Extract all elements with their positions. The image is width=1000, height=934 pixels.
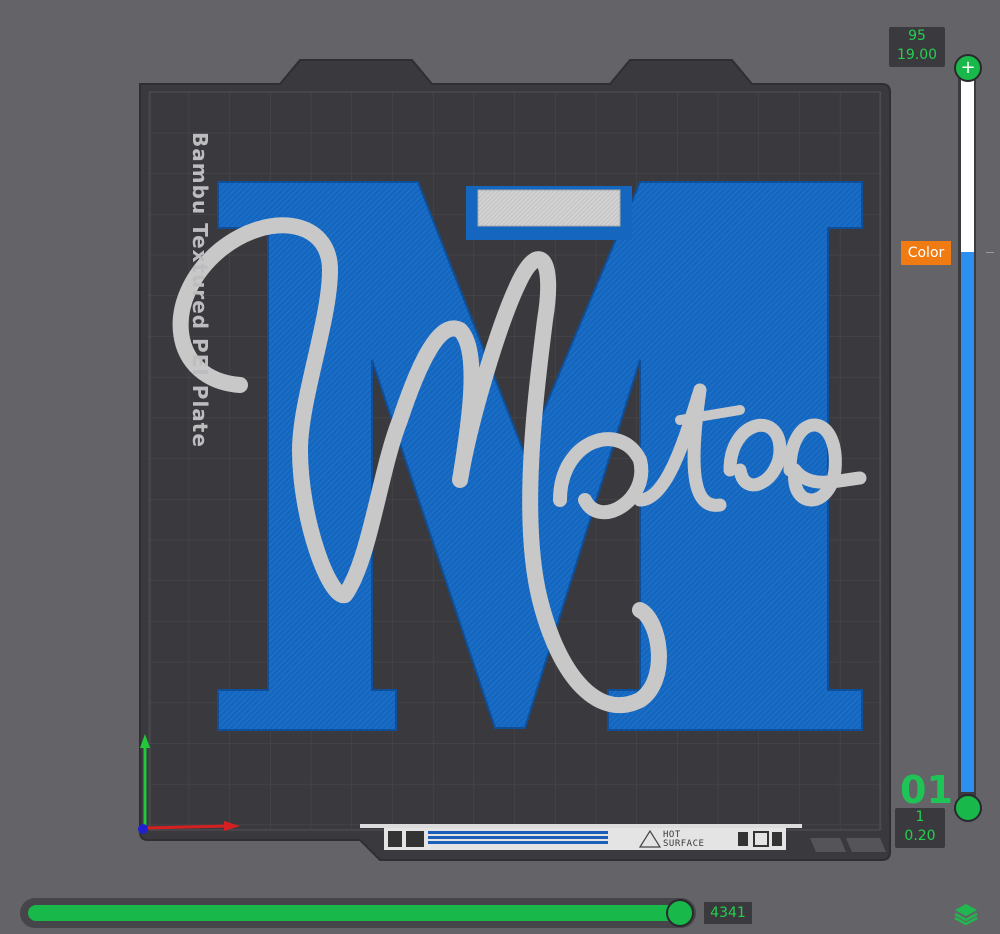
bottom-layer-badge: 01 (900, 768, 953, 812)
viewport-canvas[interactable] (0, 0, 1000, 934)
layers-icon[interactable] (952, 900, 980, 928)
layer-slider-lower-segment (961, 252, 974, 792)
plate-type-label: Bambu Textured PEI Plate (188, 132, 212, 448)
plus-icon[interactable]: + (956, 56, 980, 80)
layer-slider-tick (986, 252, 994, 253)
layer-slider-top-handle[interactable]: + (954, 54, 982, 82)
move-slider-value: 4341 (704, 902, 752, 924)
color-change-tag[interactable]: Color (901, 241, 951, 265)
bottom-layer-height: 0.20 (904, 828, 936, 844)
layer-slider-bottom-handle[interactable] (954, 794, 982, 822)
bottom-layer-readout: 1 0.20 (895, 808, 945, 848)
warning-label-line2: SURFACE (663, 839, 705, 849)
top-layer-readout: 95 19.00 (889, 27, 945, 67)
layer-slider-upper-segment (961, 80, 974, 252)
top-layer-height: 19.00 (896, 47, 938, 63)
move-slider-fill (28, 905, 678, 921)
move-slider-handle[interactable] (666, 899, 694, 927)
top-layer-number: 95 (908, 28, 926, 44)
bottom-layer-number: 1 (915, 809, 925, 825)
